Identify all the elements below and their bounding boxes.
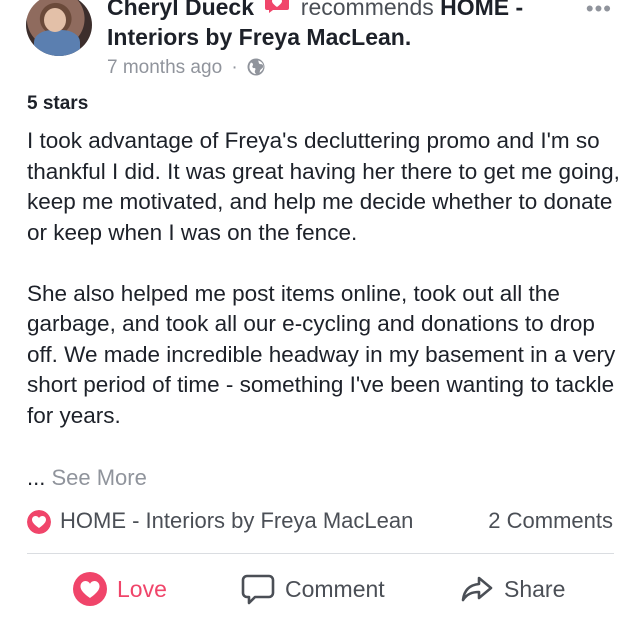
ellipsis: ... bbox=[27, 465, 46, 490]
see-more-link[interactable]: See More bbox=[51, 465, 146, 490]
rating-label: 5 stars bbox=[27, 93, 89, 114]
review-text: I took advantage of Freya's decluttering… bbox=[27, 126, 627, 431]
comment-icon bbox=[241, 574, 275, 605]
divider bbox=[27, 553, 614, 554]
share-label: Share bbox=[504, 576, 566, 602]
love-icon bbox=[73, 572, 107, 606]
share-icon bbox=[461, 576, 493, 602]
see-more[interactable]: ... See More bbox=[27, 464, 147, 492]
timestamp[interactable]: 7 months ago bbox=[107, 57, 222, 78]
recommends-text: recommends bbox=[300, 0, 434, 20]
comment-label: Comment bbox=[285, 576, 385, 602]
love-label: Love bbox=[117, 576, 167, 602]
avatar[interactable] bbox=[26, 0, 92, 56]
review-paragraph: I took advantage of Freya's decluttering… bbox=[27, 128, 620, 245]
page-name-part1[interactable]: HOME - bbox=[440, 0, 523, 20]
author-line: Cheryl Dueck recommends HOME - bbox=[107, 0, 523, 22]
comments-count[interactable]: 2 Comments bbox=[488, 508, 613, 534]
globe-icon bbox=[247, 58, 265, 76]
avatar-face bbox=[44, 8, 66, 32]
post-summary: HOME - Interiors by Freya MacLean 2 Comm… bbox=[27, 506, 617, 536]
review-paragraph: She also helped me post items online, to… bbox=[27, 280, 616, 428]
more-icon[interactable]: ••• bbox=[586, 0, 612, 22]
author-name[interactable]: Cheryl Dueck bbox=[107, 0, 254, 20]
post-header: Cheryl Dueck recommends HOME - Interiors… bbox=[0, 0, 640, 86]
page-link[interactable]: HOME - Interiors by Freya MacLean bbox=[60, 508, 413, 534]
love-reaction-icon bbox=[27, 510, 51, 534]
page-name-part2[interactable]: Interiors by Freya MacLean. bbox=[107, 22, 411, 52]
avatar-shirt bbox=[34, 30, 80, 56]
post-meta: 7 months ago · bbox=[107, 56, 265, 80]
heart-badge-icon bbox=[265, 0, 290, 13]
meta-separator: · bbox=[231, 57, 238, 78]
action-bar: Love Comment Share bbox=[0, 566, 640, 612]
